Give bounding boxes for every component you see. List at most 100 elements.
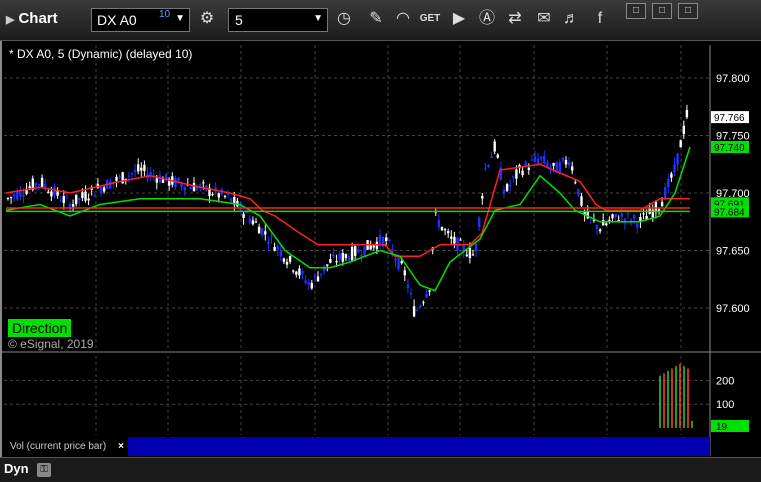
candle-body bbox=[400, 261, 403, 264]
candle-body bbox=[676, 153, 679, 165]
candle-body bbox=[217, 193, 220, 198]
candle-body bbox=[22, 194, 25, 197]
candle-body bbox=[28, 186, 31, 189]
candle-body bbox=[385, 237, 388, 242]
candle-body bbox=[251, 220, 255, 225]
candle-body bbox=[530, 159, 534, 161]
candle-body bbox=[598, 229, 602, 232]
candle-body bbox=[180, 183, 183, 188]
candle-body bbox=[257, 226, 261, 234]
candle-body bbox=[502, 189, 506, 194]
price-marker-label: 97.766 bbox=[714, 113, 745, 124]
candle-body bbox=[626, 213, 630, 215]
candle-body bbox=[137, 164, 140, 172]
candle-body bbox=[292, 270, 295, 272]
price-chart[interactable]: 97.80097.75097.70097.65097.60022:003002:… bbox=[0, 0, 761, 481]
candle-body bbox=[78, 197, 81, 200]
candle-body bbox=[490, 156, 493, 158]
candle-body bbox=[595, 224, 599, 230]
candle-body bbox=[335, 261, 338, 263]
direction-label: Direction bbox=[8, 319, 72, 337]
candle-body bbox=[394, 258, 397, 261]
candle-body bbox=[561, 157, 565, 161]
candle-body bbox=[202, 182, 205, 184]
candle-body bbox=[189, 186, 193, 190]
candle-body bbox=[288, 256, 292, 262]
candle-body bbox=[360, 254, 363, 257]
candle-body bbox=[16, 191, 19, 200]
candle-body bbox=[660, 201, 664, 207]
candle-body bbox=[118, 175, 121, 177]
candle-body bbox=[307, 281, 310, 285]
price-tick-label: 97.600 bbox=[716, 303, 750, 315]
candle-body bbox=[409, 293, 413, 295]
candle-body bbox=[611, 214, 614, 219]
candle-body bbox=[84, 191, 87, 201]
candle-body bbox=[285, 261, 289, 265]
close-icon[interactable]: × bbox=[118, 437, 124, 456]
lock-icon[interactable]: ⚿ bbox=[37, 463, 51, 477]
candle-body bbox=[261, 228, 264, 236]
candle-body bbox=[226, 193, 230, 195]
candle-body bbox=[673, 164, 676, 173]
candle-body bbox=[623, 218, 627, 224]
candle-body bbox=[279, 250, 282, 257]
candle-body bbox=[468, 247, 472, 258]
candle-body bbox=[533, 156, 537, 162]
candle-body bbox=[81, 192, 84, 198]
candle-body bbox=[459, 239, 462, 241]
candle-body bbox=[437, 220, 441, 227]
candle-body bbox=[133, 169, 137, 173]
candle-body bbox=[50, 191, 53, 197]
candle-body bbox=[34, 183, 38, 187]
candle-body bbox=[47, 191, 50, 193]
candle-body bbox=[512, 176, 515, 178]
candle-body bbox=[301, 270, 304, 275]
candle-body bbox=[543, 155, 546, 164]
dyn-label[interactable]: Dyn bbox=[4, 461, 29, 476]
candle-body bbox=[75, 194, 78, 205]
candle-body bbox=[140, 167, 143, 171]
candle-body bbox=[515, 169, 518, 179]
candle-body bbox=[242, 213, 245, 218]
candle-body bbox=[295, 271, 298, 275]
candle-body bbox=[679, 140, 682, 148]
price-marker-label: 97.684 bbox=[714, 207, 745, 218]
candle-body bbox=[347, 256, 351, 261]
candle-body bbox=[521, 170, 524, 176]
candle-body bbox=[316, 276, 320, 282]
candle-body bbox=[605, 223, 608, 226]
candle-body bbox=[453, 236, 456, 244]
candle-body bbox=[267, 241, 270, 245]
candle-body bbox=[567, 162, 571, 166]
candle-body bbox=[447, 231, 450, 234]
candle-body bbox=[329, 259, 332, 263]
candle-body bbox=[425, 293, 428, 298]
chart-legend: * DX A0, 5 (Dynamic) (delayed 10) bbox=[9, 47, 193, 61]
candle-body bbox=[183, 186, 186, 191]
candle-body bbox=[580, 196, 583, 206]
candle-body bbox=[527, 167, 530, 170]
candle-body bbox=[614, 213, 617, 218]
candle-body bbox=[149, 171, 152, 176]
candle-body bbox=[298, 268, 301, 276]
volume-pane-label: Vol (current price bar) × bbox=[4, 437, 128, 456]
candle-body bbox=[443, 229, 447, 231]
candle-body bbox=[428, 290, 431, 292]
status-bar: Dyn ⚿ bbox=[0, 457, 761, 482]
candle-body bbox=[6, 197, 10, 199]
candle-body bbox=[536, 158, 540, 164]
candle-body bbox=[319, 273, 323, 276]
candle-body bbox=[338, 253, 341, 260]
candle-body bbox=[620, 213, 623, 217]
candle-body bbox=[419, 305, 422, 308]
candle-body bbox=[493, 141, 496, 152]
volume-marker-label: 19 bbox=[716, 422, 728, 433]
candle-body bbox=[248, 218, 251, 223]
candle-body bbox=[558, 162, 561, 173]
candle-body bbox=[254, 221, 258, 223]
candle-body bbox=[109, 181, 112, 189]
candle-body bbox=[130, 173, 134, 175]
candle-body bbox=[354, 246, 357, 256]
candle-body bbox=[310, 282, 313, 289]
